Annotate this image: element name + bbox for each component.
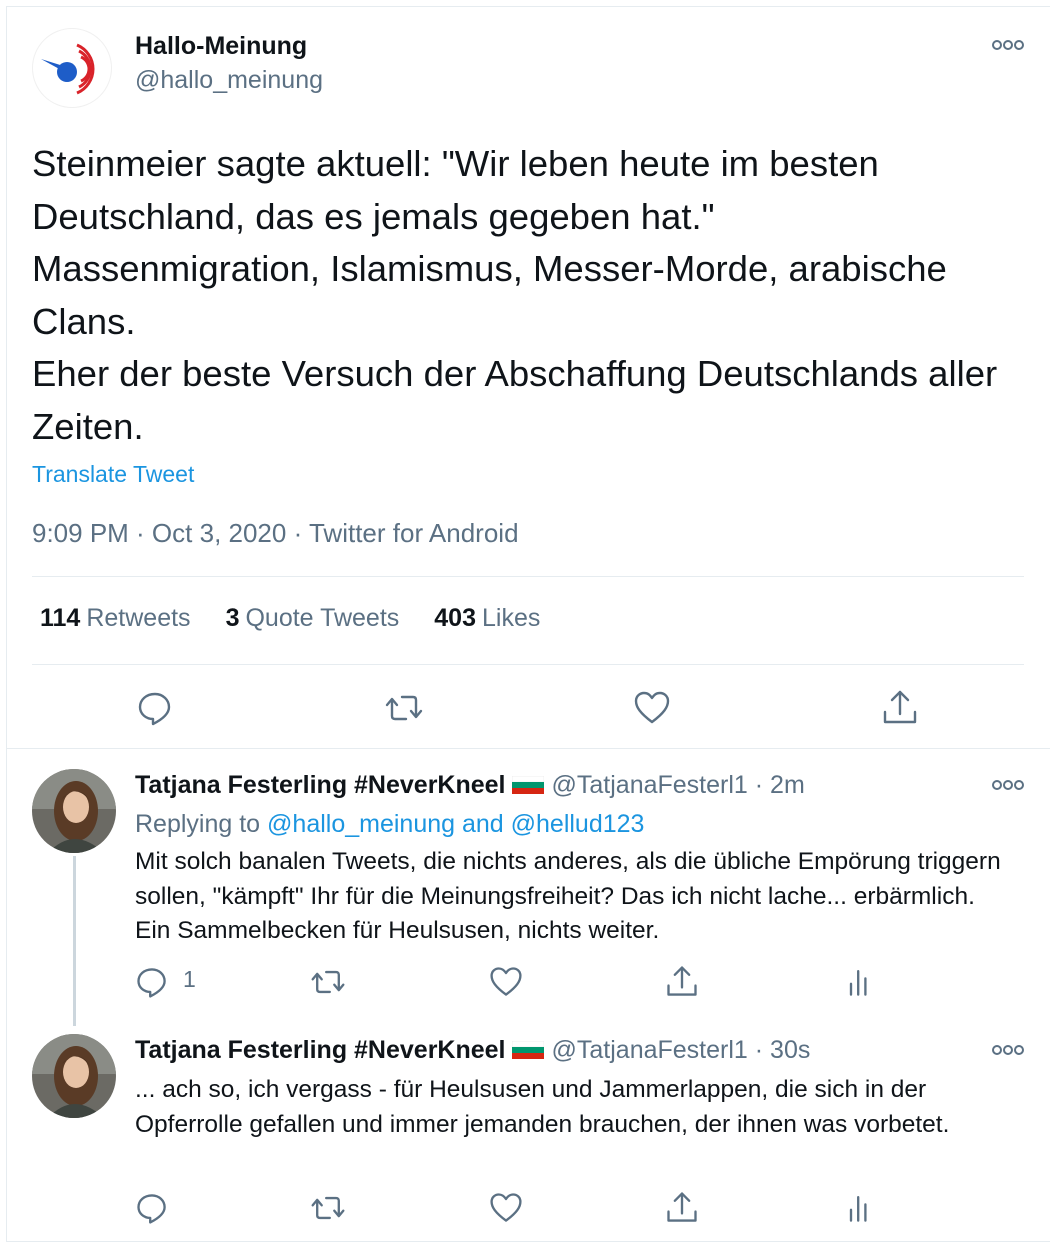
replying-to: Replying to @hallo_meinung and @hellud12… [135, 810, 644, 839]
bulgaria-flag-icon [511, 1041, 544, 1059]
reply-icon[interactable] [134, 1190, 170, 1226]
analytics-icon[interactable] [842, 964, 878, 1000]
reply-header: Tatjana Festerling #NeverKneel @TatjanaFe… [135, 771, 805, 800]
reply-author-name[interactable]: Tatjana Festerling #NeverKneel [135, 1036, 506, 1064]
retweet-icon[interactable] [310, 964, 346, 1000]
main-tweet: Hallo-Meinung @hallo_meinung Steinmeier … [0, 0, 1050, 750]
author-handle[interactable]: @hallo_meinung [135, 66, 323, 95]
quote-tweets-label: Quote Tweets [245, 604, 400, 632]
more-icon[interactable] [990, 1041, 1026, 1059]
divider [32, 576, 1024, 577]
reply-text: ... ach so, ich vergass - für Heulsusen … [135, 1076, 950, 1138]
like-icon[interactable] [632, 688, 672, 728]
avatar[interactable] [32, 769, 116, 853]
hallo-meinung-logo-avatar[interactable] [32, 28, 112, 108]
more-icon[interactable] [990, 36, 1026, 54]
share-icon[interactable] [664, 1190, 700, 1226]
avatar[interactable] [32, 1034, 116, 1118]
reply-icon[interactable] [134, 964, 170, 1000]
retweet-icon[interactable] [310, 1190, 346, 1226]
retweets-stat[interactable]: 114 Retweets [40, 604, 191, 633]
tweet-text: Steinmeier sagte aktuell: "Wir leben heu… [32, 143, 998, 447]
tweet-meta[interactable]: 9:09 PM · Oct 3, 2020 · Twitter for Andr… [32, 518, 519, 549]
reply-author-name[interactable]: Tatjana Festerling #NeverKneel [135, 771, 506, 799]
divider [6, 748, 1050, 749]
reply-handle-time[interactable]: @TatjanaFesterl1 · 30s [552, 1036, 811, 1064]
retweets-label: Retweets [86, 604, 191, 632]
retweets-count: 114 [40, 604, 81, 632]
thread-line [73, 856, 76, 1026]
divider [6, 1241, 1050, 1242]
analytics-icon[interactable] [842, 1190, 878, 1226]
reply-handle-time[interactable]: @TatjanaFesterl1 · 2m [552, 771, 805, 799]
likes-count: 403 [434, 604, 476, 632]
divider [32, 664, 1024, 665]
likes-label: Likes [481, 604, 541, 632]
bulgaria-flag-icon [511, 776, 544, 794]
replying-to-users[interactable]: @hallo_meinung and @hellud123 [267, 810, 644, 838]
reply-count: 1 [183, 966, 196, 992]
reply-icon[interactable] [135, 688, 175, 728]
engagement-stats: 114 Retweets 3 Quote Tweets 403 Likes [40, 604, 575, 633]
translate-tweet-link[interactable]: Translate Tweet [32, 461, 194, 488]
share-icon[interactable] [664, 964, 700, 1000]
quote-tweets-count: 3 [225, 604, 240, 632]
quote-tweets-stat[interactable]: 3 Quote Tweets [226, 604, 400, 633]
share-icon[interactable] [880, 688, 920, 728]
author-name[interactable]: Hallo-Meinung [135, 32, 307, 61]
reply-text: Mit solch banalen Tweets, die nichts and… [135, 848, 1001, 944]
like-icon[interactable] [488, 1190, 524, 1226]
retweet-icon[interactable] [384, 688, 424, 728]
more-icon[interactable] [990, 776, 1026, 794]
like-icon[interactable] [488, 964, 524, 1000]
replying-prefix: Replying to [135, 810, 268, 838]
likes-stat[interactable]: 403 Likes [434, 604, 540, 633]
reply-header: Tatjana Festerling #NeverKneel @TatjanaFe… [135, 1036, 810, 1065]
